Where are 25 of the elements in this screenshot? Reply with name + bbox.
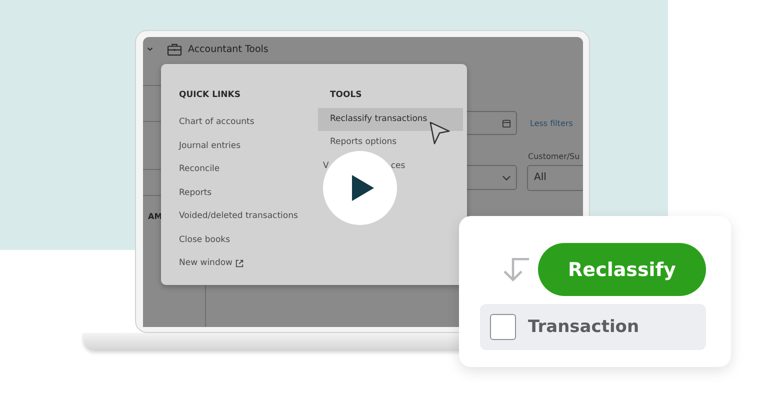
menu-item[interactable]: Reconcile [179,158,318,182]
menu-item[interactable]: Reclassify transactions [318,108,463,131]
cursor-arrow-icon [429,121,451,145]
menu-item[interactable]: Chart of accounts [179,111,318,134]
field-label: Customer/Su [528,152,580,161]
menu-item[interactable]: Reports options [318,131,463,154]
menu-item[interactable]: Close books [179,228,318,252]
briefcase-icon [167,42,182,56]
menu-item[interactable]: Journal entries [179,134,318,158]
section-heading: QUICK LINKS [179,90,242,102]
play-icon [351,174,375,202]
checkbox-row[interactable]: Transaction [480,304,706,350]
section-heading: TOOLS [329,90,363,102]
menu-item[interactable]: Voided/deleted transactions [179,205,318,228]
reclassify-button[interactable]: Reclassify [538,243,706,296]
select-field[interactable]: All [527,165,583,191]
checkbox[interactable] [490,314,516,340]
checkbox-label: Transaction [528,317,640,337]
menu-title[interactable]: Accountant Tools [188,44,268,54]
menu-item[interactable]: Reports [179,182,318,205]
calendar-icon[interactable] [502,118,511,128]
menu-item[interactable]: New window [179,252,232,276]
chevron-down-icon [502,174,511,180]
chevron-down-icon[interactable] [147,47,153,51]
external-link-icon [234,259,244,268]
